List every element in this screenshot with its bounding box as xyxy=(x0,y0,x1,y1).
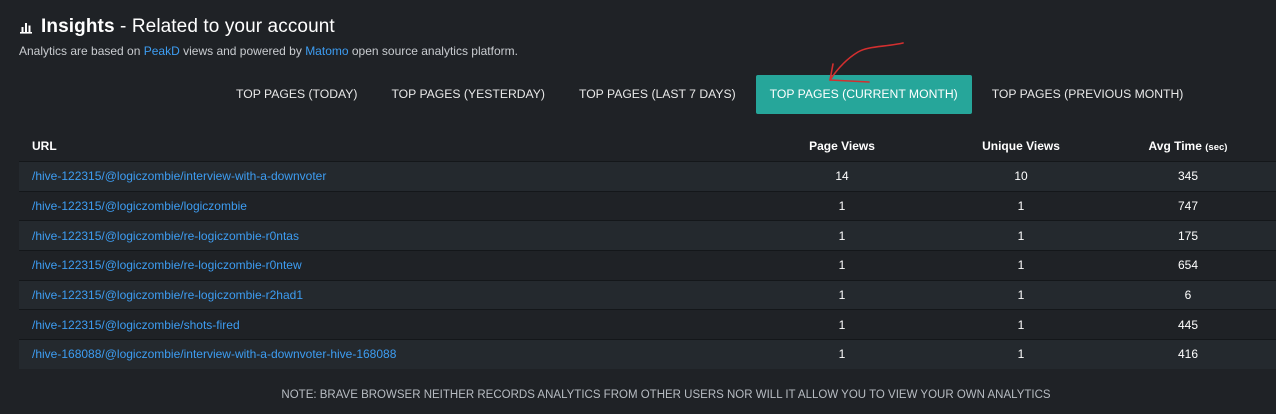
page-views-cell: 1 xyxy=(838,288,846,303)
peakd-link[interactable]: PeakD xyxy=(144,44,180,58)
avg-time-cell: 175 xyxy=(1177,228,1199,243)
page-url-link[interactable]: /hive-122315/@logiczombie/logiczombie xyxy=(32,199,247,213)
brave-browser-note: NOTE: BRAVE BROWSER NEITHER RECORDS ANAL… xyxy=(281,389,1051,401)
header-avg-time-label: Avg Time xyxy=(1148,139,1202,153)
page-url-link[interactable]: /hive-122315/@logiczombie/re-logiczombie… xyxy=(32,288,303,302)
page-header: Insights - Related to your account Analy… xyxy=(19,14,518,58)
table-header: URL Page Views Unique Views Avg Time (se… xyxy=(19,131,1276,161)
tab-current-month[interactable]: TOP PAGES (CURRENT MONTH) xyxy=(755,75,972,114)
unique-views-cell: 1 xyxy=(1017,317,1025,332)
page-views-cell: 1 xyxy=(838,347,846,362)
page-views-cell: 1 xyxy=(838,228,846,243)
avg-time-cell: 445 xyxy=(1177,317,1199,332)
table-row: /hive-122315/@logiczombie/interview-with… xyxy=(19,161,1276,191)
title-rest: - Related to your account xyxy=(114,16,335,37)
tab-last-7-days[interactable]: TOP PAGES (LAST 7 DAYS) xyxy=(565,75,750,114)
page-subtitle: Analytics are based on PeakD views and p… xyxy=(19,44,518,58)
unique-views-cell: 1 xyxy=(1017,258,1025,273)
subtitle-text: Analytics are based on xyxy=(19,44,144,58)
page-views-cell: 1 xyxy=(838,317,846,332)
unique-views-cell: 1 xyxy=(1017,288,1025,303)
unique-views-cell: 10 xyxy=(1014,169,1028,184)
page-views-cell: 1 xyxy=(838,258,846,273)
header-unique-views: Unique Views xyxy=(982,139,1060,153)
tab-yesterday[interactable]: TOP PAGES (YESTERDAY) xyxy=(377,75,559,114)
avg-time-cell: 345 xyxy=(1177,169,1199,184)
page-url-link[interactable]: /hive-122315/@logiczombie/re-logiczombie… xyxy=(32,229,299,243)
top-pages-table: URL Page Views Unique Views Avg Time (se… xyxy=(19,131,1276,369)
table-row: /hive-122315/@logiczombie/logiczombie 1 … xyxy=(19,190,1276,221)
page-url-link[interactable]: /hive-122315/@logiczombie/re-logiczombie… xyxy=(32,258,302,272)
page-url-link[interactable]: /hive-122315/@logiczombie/shots-fired xyxy=(32,318,240,332)
unique-views-cell: 1 xyxy=(1017,347,1025,362)
unique-views-cell: 1 xyxy=(1017,199,1025,214)
page-url-link[interactable]: /hive-122315/@logiczombie/interview-with… xyxy=(32,169,326,183)
title-bold: Insights xyxy=(41,16,115,37)
table-row: /hive-122315/@logiczombie/re-logiczombie… xyxy=(19,250,1276,280)
header-avg-time-unit: (sec) xyxy=(1205,142,1228,153)
table-row: /hive-122315/@logiczombie/re-logiczombie… xyxy=(19,279,1276,310)
page-views-cell: 14 xyxy=(835,169,849,184)
period-tabs: TOP PAGES (TODAY) TOP PAGES (YESTERDAY) … xyxy=(222,75,1197,114)
avg-time-cell: 6 xyxy=(1184,288,1192,303)
table-row: /hive-122315/@logiczombie/re-logiczombie… xyxy=(19,220,1276,251)
subtitle-text-end: open source analytics platform. xyxy=(348,44,518,58)
page-title: Insights - Related to your account xyxy=(41,16,335,38)
header-url: URL xyxy=(32,139,57,153)
avg-time-cell: 747 xyxy=(1177,199,1199,214)
table-row: /hive-122315/@logiczombie/shots-fired 1 … xyxy=(19,309,1276,340)
title-row: Insights - Related to your account xyxy=(19,14,518,40)
table-body: /hive-122315/@logiczombie/interview-with… xyxy=(19,161,1276,369)
tab-previous-month[interactable]: TOP PAGES (PREVIOUS MONTH) xyxy=(978,75,1198,114)
subtitle-text-mid: views and powered by xyxy=(179,44,306,58)
bar-chart-icon xyxy=(19,20,33,34)
header-page-views: Page Views xyxy=(809,139,875,153)
page-views-cell: 1 xyxy=(838,199,846,214)
matomo-link[interactable]: Matomo xyxy=(305,44,348,58)
header-avg-time: Avg Time (sec) xyxy=(1100,139,1276,153)
tab-today[interactable]: TOP PAGES (TODAY) xyxy=(222,75,371,114)
table-row: /hive-168088/@logiczombie/interview-with… xyxy=(19,339,1276,369)
avg-time-cell: 654 xyxy=(1177,258,1199,273)
avg-time-cell: 416 xyxy=(1177,347,1199,362)
page-url-link[interactable]: /hive-168088/@logiczombie/interview-with… xyxy=(32,347,396,361)
unique-views-cell: 1 xyxy=(1017,228,1025,243)
